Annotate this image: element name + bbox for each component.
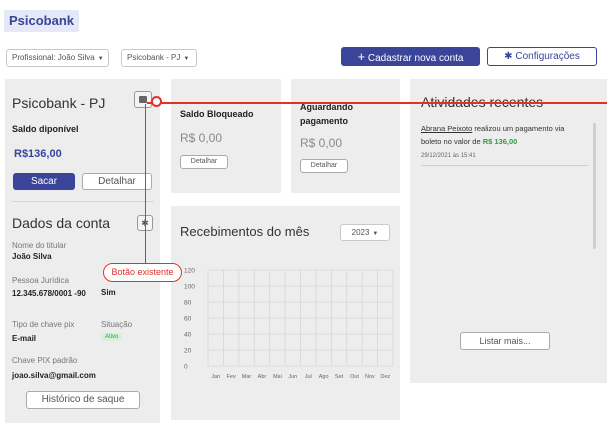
y-tick-label: 0 <box>184 364 188 371</box>
account-select[interactable]: Psicobank - PJ ▼ <box>121 49 197 67</box>
annotation-marker <box>151 96 162 107</box>
y-tick-label: 120 <box>184 268 195 275</box>
activity-timestamp: 29/12/2021 às 15:41 <box>421 153 476 159</box>
withdraw-history-button[interactable]: Histórico de saque <box>26 391 140 409</box>
year-select[interactable]: 2023 ▼ <box>340 224 390 241</box>
divider <box>12 201 154 202</box>
pending-value: R$ 0,00 <box>300 136 343 150</box>
pix-key-value: joao.silva@gmail.com <box>12 371 96 380</box>
x-tick-label: Set <box>335 374 344 380</box>
activity-entry: Abrana Peixoto realizou um pagamento via… <box>421 122 586 148</box>
x-tick-label: Fev <box>227 374 236 380</box>
details-button[interactable]: Detalhar <box>82 173 152 190</box>
account-name: Psicobank - PJ <box>12 95 106 111</box>
balance-value: R$136,00 <box>14 148 62 160</box>
professional-select[interactable]: Profissional: João Silva ▼ <box>6 49 109 67</box>
app-title: Psicobank <box>4 10 80 32</box>
pix-type-value: E-mail <box>12 334 37 343</box>
account-select-label: Psicobank - PJ <box>127 53 181 62</box>
balance-label: Saldo diponível <box>12 124 79 134</box>
status-label: Situação <box>101 320 133 329</box>
year-select-label: 2023 <box>351 228 370 237</box>
annotation-pointer-line <box>147 102 607 104</box>
x-tick-label: Mai <box>273 374 282 380</box>
x-tick-label: Ago <box>319 374 329 380</box>
settings-button[interactable]: ✱ Configurações <box>487 47 597 66</box>
receipt-icon <box>139 96 147 103</box>
receipt-icon-button[interactable] <box>134 91 152 108</box>
chevron-down-icon: ▼ <box>97 56 104 62</box>
add-account-button[interactable]: + Cadastrar nova conta <box>341 47 480 66</box>
activity-scrollbar[interactable] <box>593 123 596 249</box>
pix-key-label: Chave PIX padrão <box>12 356 78 365</box>
y-tick-label: 100 <box>184 284 195 291</box>
x-tick-label: Out <box>350 374 359 380</box>
pending-details-button[interactable]: Detalhar <box>300 159 348 173</box>
gear-icon: ✱ <box>504 51 513 62</box>
y-tick-label: 40 <box>184 332 192 339</box>
legal-other-value: Sim <box>101 288 116 297</box>
status-badge: Ativo <box>101 333 123 341</box>
x-tick-label: Jan <box>211 374 220 380</box>
plus-icon: + <box>357 49 366 64</box>
x-tick-label: Nov <box>365 374 375 380</box>
settings-label: Configurações <box>515 51 580 62</box>
activity-user-link[interactable]: Abrana Peixoto <box>421 124 472 133</box>
y-tick-label: 80 <box>184 300 192 307</box>
legal-label: Pessoa Jurídica <box>12 276 69 285</box>
add-account-label: Cadastrar nova conta <box>367 53 464 64</box>
professional-select-label: Profissional: João Silva <box>12 53 95 62</box>
withdraw-button[interactable]: Sacar <box>13 173 75 190</box>
account-data-title: Dados da conta <box>12 215 111 231</box>
y-tick-label: 20 <box>184 348 192 355</box>
annotation-connector-line <box>145 104 146 264</box>
chevron-down-icon: ▼ <box>183 56 190 62</box>
x-tick-label: Jul <box>305 374 312 380</box>
pending-label: Aguardando pagamento <box>300 102 353 126</box>
chevron-down-icon: ▼ <box>372 231 379 237</box>
legal-value: 12.345.678/0001 -90 <box>12 289 86 298</box>
x-tick-label: Jun <box>288 374 297 380</box>
list-more-button[interactable]: Listar mais... <box>460 332 550 350</box>
annotation-label: Botão existente <box>103 263 182 282</box>
receipts-chart: 0 20 40 60 80 100 120 Jan Fev Mar Abr Mai Jun Jul Ago S… <box>184 268 394 380</box>
x-tick-label: Mar <box>242 374 252 380</box>
holder-label: Nome do titular <box>12 241 67 250</box>
pix-type-label: Tipo de chave pix <box>12 320 75 329</box>
x-tick-label: Abr <box>258 374 267 380</box>
chart-title: Recebimentos do mês <box>180 224 310 239</box>
blocked-label: Saldo Bloqueado <box>180 109 254 119</box>
x-tick-label: Dez <box>380 374 390 380</box>
blocked-details-button[interactable]: Detalhar <box>180 155 228 169</box>
activity-amount: R$ 136,00 <box>482 137 518 146</box>
blocked-value: R$ 0,00 <box>180 131 223 145</box>
y-tick-label: 60 <box>184 316 192 323</box>
divider <box>421 165 588 166</box>
holder-value: João Silva <box>12 252 52 261</box>
